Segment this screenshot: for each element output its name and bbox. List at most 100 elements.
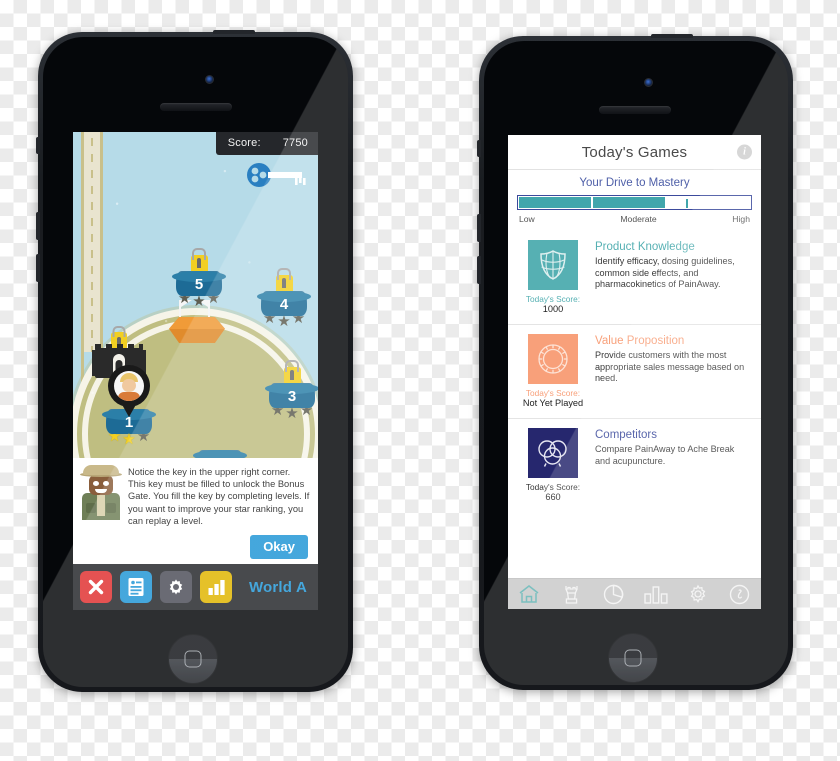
mastery-section: Your Drive to Mastery Low Moderate High — [508, 170, 761, 231]
level-number: 5 — [194, 276, 204, 293]
score-value: 660 — [545, 492, 561, 502]
score-value: 7750 — [282, 137, 308, 149]
left-phone-bezel: Score: 7750 5 ★ ★ ★ 4 ★ ★ ★ 3 ★ ★ ★ 1 ★ … — [43, 37, 348, 687]
game-map-area[interactable]: Score: 7750 5 ★ ★ ★ 4 ★ ★ ★ 3 ★ ★ ★ 1 ★ … — [73, 132, 318, 458]
shield-icon — [540, 250, 566, 280]
home-square-icon — [624, 649, 642, 667]
left-phone-device: Score: 7750 5 ★ ★ ★ 4 ★ ★ ★ 3 ★ ★ ★ 1 ★ … — [36, 30, 353, 692]
games-list: Today's Score: 1000 Product Knowledge Id… — [508, 231, 761, 578]
tutorial-text: Notice the key in the upper right corner… — [128, 466, 310, 526]
home-button[interactable] — [608, 633, 658, 683]
level-pad: 5 — [172, 271, 226, 296]
score-label: Today's Score: — [525, 388, 581, 398]
volume-down-button[interactable] — [36, 254, 40, 282]
earpiece-speaker — [599, 106, 671, 114]
level-node-2[interactable] — [193, 450, 247, 458]
avatar — [108, 365, 150, 407]
game-score-block: Today's Score: 660 — [520, 428, 586, 503]
level-number: 4 — [279, 296, 289, 313]
bonus-key-icon — [246, 162, 308, 193]
bar-chart-icon — [643, 586, 668, 604]
left-phone-screen: Score: 7750 5 ★ ★ ★ 4 ★ ★ ★ 3 ★ ★ ★ 1 ★ … — [73, 132, 318, 610]
app-header: Today's Games i — [508, 135, 761, 170]
venn-circles-icon — [538, 440, 567, 467]
coach-character-icon — [80, 464, 122, 520]
chess-rook-icon — [565, 585, 578, 604]
tab-games[interactable] — [550, 579, 592, 609]
home-icon — [519, 585, 539, 603]
volume-up-button[interactable] — [36, 212, 40, 240]
right-phone-device: Today's Games i Your Drive to Mastery Lo… — [477, 34, 793, 690]
right-phone-bezel: Today's Games i Your Drive to Mastery Lo… — [484, 41, 788, 685]
okay-button[interactable]: Okay — [250, 535, 308, 559]
bottom-tab-bar — [508, 578, 761, 609]
game-score-block: Today's Score: 1000 — [520, 240, 586, 315]
tab-info[interactable] — [719, 579, 761, 609]
level-number: 3 — [287, 388, 297, 405]
list-item[interactable]: Today's Score: 1000 Product Knowledge Id… — [508, 231, 761, 325]
tab-progress[interactable] — [592, 579, 634, 609]
front-camera-icon — [205, 75, 214, 84]
gear-icon — [690, 584, 706, 604]
settings-button[interactable] — [160, 571, 192, 603]
pie-chart-icon — [603, 584, 624, 604]
tutorial-actions: Okay — [73, 533, 318, 564]
list-item[interactable]: Today's Score: Not Yet Played Value Prop… — [508, 325, 761, 419]
score-label: Today's Score: — [525, 482, 581, 492]
mastery-title: Your Drive to Mastery — [579, 177, 690, 189]
earpiece-speaker — [160, 103, 232, 111]
level-node-4[interactable]: 4 ★ ★ ★ — [257, 275, 311, 329]
tab-settings[interactable] — [677, 579, 719, 609]
world-label: World A — [248, 578, 307, 596]
info-icon[interactable]: i — [737, 144, 752, 160]
game-toolbar: World A — [73, 564, 318, 610]
level-pad: 3 — [265, 383, 318, 408]
right-phone-screen: Today's Games i Your Drive to Mastery Lo… — [508, 135, 761, 609]
tab-home[interactable] — [508, 579, 550, 609]
game-title: Value Proposition — [595, 335, 685, 347]
arena-center-platform — [169, 317, 225, 343]
stats-button[interactable] — [200, 571, 232, 603]
progress-segment-1 — [519, 197, 591, 208]
score-label: Today's Score: — [525, 294, 581, 304]
close-button[interactable] — [80, 571, 112, 603]
progress-segment-2 — [592, 197, 666, 208]
power-button[interactable] — [213, 30, 255, 34]
score-label: Score: — [227, 137, 261, 149]
notes-button[interactable] — [120, 571, 152, 603]
volume-down-button[interactable] — [477, 256, 481, 284]
power-button[interactable] — [651, 34, 693, 38]
scale-label-low: Low — [519, 214, 535, 224]
game-description: Identify efficacy, dosing guidelines, co… — [595, 256, 735, 290]
game-info-block: Product Knowledge Identify efficacy, dos… — [595, 240, 751, 315]
game-title: Product Knowledge — [595, 241, 695, 253]
target-ring-icon — [538, 344, 568, 374]
game-tile — [528, 334, 578, 384]
level-node-3[interactable]: 3 ★ ★ ★ — [265, 367, 318, 421]
tab-stats[interactable] — [635, 579, 677, 609]
score-badge: Score: 7750 — [215, 132, 318, 155]
home-button[interactable] — [168, 634, 218, 684]
home-square-icon — [184, 650, 202, 668]
level-node-5[interactable]: 5 ★ ★ ★ — [172, 255, 226, 309]
info-icon — [730, 584, 750, 604]
game-tile — [528, 428, 578, 478]
silent-switch[interactable] — [477, 140, 481, 157]
game-score-block: Today's Score: Not Yet Played — [520, 334, 586, 409]
map-road-vertical — [81, 132, 103, 352]
mastery-scale-labels: Low Moderate High — [517, 214, 752, 224]
bar-chart-icon — [208, 579, 225, 595]
player-avatar-pin[interactable] — [108, 365, 150, 417]
game-description: Compare PainAway to Ache Break and acupu… — [595, 444, 735, 466]
tutorial-dialog: Notice the key in the upper right corner… — [73, 457, 318, 533]
avatar-face — [114, 371, 144, 401]
volume-up-button[interactable] — [477, 214, 481, 242]
level-pad — [193, 450, 247, 458]
progress-tick-marker — [685, 199, 688, 208]
silent-switch[interactable] — [36, 137, 40, 154]
score-value: Not Yet Played — [522, 398, 584, 408]
level-pad: 4 — [257, 291, 311, 316]
list-item[interactable]: Today's Score: 660 Competitors Compare P… — [508, 419, 761, 512]
game-info-block: Competitors Compare PainAway to Ache Bre… — [595, 428, 751, 503]
gear-icon — [169, 579, 183, 595]
